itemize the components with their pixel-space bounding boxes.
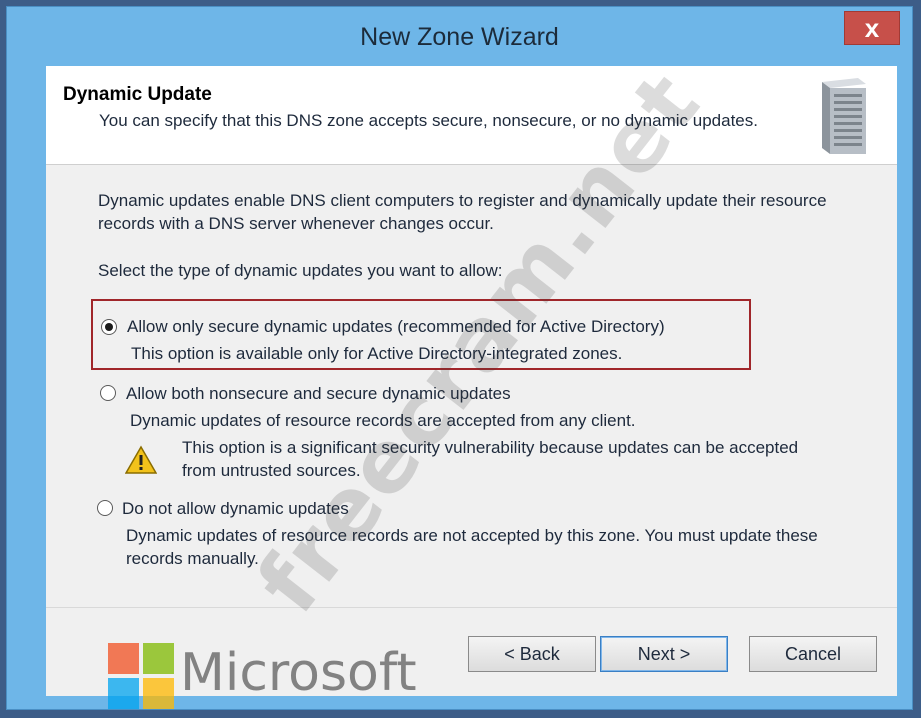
- no-dynamic-updates-radio[interactable]: [97, 500, 113, 516]
- cancel-button[interactable]: Cancel: [749, 636, 877, 672]
- wizard-header: Dynamic Update You can specify that this…: [46, 66, 897, 165]
- button-separator: [46, 607, 897, 608]
- warning-icon: [125, 445, 157, 474]
- page-description: You can specify that this DNS zone accep…: [99, 111, 758, 130]
- microsoft-wordmark: Microsoft: [180, 643, 417, 703]
- wizard-content: Dynamic Update You can specify that this…: [46, 66, 897, 696]
- server-icon: [822, 78, 866, 154]
- microsoft-logo: [108, 643, 174, 709]
- window-title: New Zone Wizard: [360, 23, 559, 51]
- prompt-text: Select the type of dynamic updates you w…: [98, 261, 503, 280]
- intro-text: Dynamic updates enable DNS client comput…: [98, 191, 827, 233]
- nonsecure-and-secure-description: Dynamic updates of resource records are …: [130, 411, 636, 430]
- page-title: Dynamic Update: [63, 84, 212, 105]
- secure-only-description: This option is available only for Active…: [131, 344, 623, 363]
- nonsecure-and-secure-radio[interactable]: [100, 385, 116, 401]
- next-button[interactable]: Next >: [600, 636, 728, 672]
- secure-only-radio[interactable]: [101, 319, 117, 335]
- nonsecure-and-secure-label[interactable]: Allow both nonsecure and secure dynamic …: [126, 382, 511, 405]
- no-dynamic-updates-label[interactable]: Do not allow dynamic updates: [122, 497, 349, 520]
- no-dynamic-updates-description: Dynamic updates of resource records are …: [126, 526, 818, 568]
- security-warning-text: This option is a significant security vu…: [182, 438, 799, 480]
- back-button[interactable]: < Back: [468, 636, 596, 672]
- secure-only-label[interactable]: Allow only secure dynamic updates (recom…: [127, 315, 665, 338]
- close-button[interactable]: x: [844, 11, 900, 45]
